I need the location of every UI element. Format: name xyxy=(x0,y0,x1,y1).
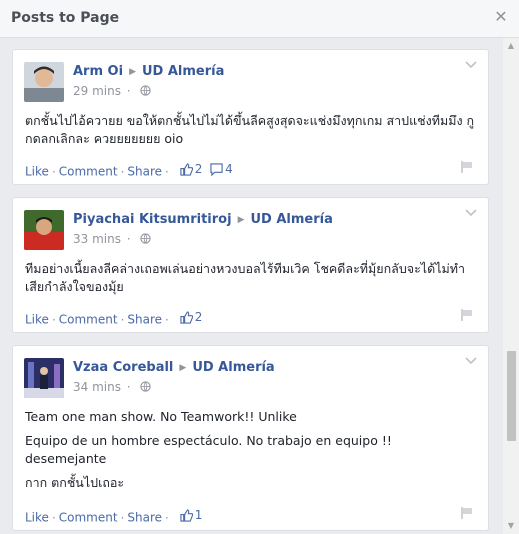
comment-bubble-icon xyxy=(210,162,223,176)
avatar[interactable] xyxy=(24,358,64,398)
like-count[interactable]: 2 xyxy=(180,310,203,324)
post-header: Vzaa Coreball ▶ UD Almería xyxy=(73,360,275,375)
post-meta: 29 mins · xyxy=(73,84,152,98)
post-message: ตกชั้นไปไอ้ควายย ขอให้ตกชั้นไปไม่ได้ขึ้น… xyxy=(25,112,476,154)
author-link[interactable]: Arm Oi xyxy=(73,64,123,79)
like-link[interactable]: Like xyxy=(25,511,49,525)
like-link[interactable]: Like xyxy=(25,313,49,327)
thumbs-up-icon xyxy=(180,162,193,176)
timestamp[interactable]: 34 mins xyxy=(73,380,121,394)
flag-icon[interactable] xyxy=(460,506,474,520)
message-line: ทีมอย่างเนี้ยลงลีคล่างเถอพเล่นอย่างหวงบอ… xyxy=(25,261,465,294)
timestamp[interactable]: 29 mins xyxy=(73,84,121,98)
post-actions: Like · Comment · Share · 2 4 xyxy=(25,162,233,179)
scroll-down-arrow-icon[interactable]: ▼ xyxy=(503,518,519,534)
chevron-down-icon[interactable] xyxy=(464,356,478,366)
like-count-value: 2 xyxy=(194,162,203,176)
author-link[interactable]: Vzaa Coreball xyxy=(73,360,173,375)
avatar[interactable] xyxy=(24,210,64,250)
message-line: ตกชั้นไปไอ้ควายย ขอให้ตกชั้นไปไม่ได้ขึ้น… xyxy=(25,113,475,146)
post-actions: Like · Comment · Share · 1 xyxy=(25,508,203,525)
message-line: กาก ตกชั้นไปเถอะ xyxy=(25,475,125,490)
share-link[interactable]: Share xyxy=(127,165,162,179)
share-link[interactable]: Share xyxy=(127,313,162,327)
post-header: Arm Oi ▶ UD Almería xyxy=(73,64,224,79)
comment-link[interactable]: Comment xyxy=(59,511,118,525)
dialog-title: Posts to Page xyxy=(11,10,120,26)
chevron-down-icon[interactable] xyxy=(464,208,478,218)
scrollbar[interactable]: ▲ ▼ xyxy=(503,38,519,534)
page-link[interactable]: UD Almería xyxy=(142,64,224,79)
post-meta: 33 mins · xyxy=(73,232,152,246)
post-card: Arm Oi ▶ UD Almería 29 mins · ตกชั้นไปไอ้ค… xyxy=(12,49,489,185)
arrow-right-icon: ▶ xyxy=(129,67,136,77)
thumbs-up-icon xyxy=(180,508,193,522)
globe-icon xyxy=(140,381,152,392)
flag-icon[interactable] xyxy=(460,160,474,174)
comment-count-value: 4 xyxy=(225,162,233,176)
scroll-up-arrow-icon[interactable]: ▲ xyxy=(503,38,519,54)
message-line: Team one man show. No Teamwork!! Unlike xyxy=(25,409,297,424)
post-message: ทีมอย่างเนี้ยลงลีคล่างเถอพเล่นอย่างหวงบอ… xyxy=(25,260,476,302)
chevron-down-icon[interactable] xyxy=(464,60,478,70)
globe-icon xyxy=(140,85,152,96)
flag-icon[interactable] xyxy=(460,308,474,322)
like-count[interactable]: 2 xyxy=(180,162,203,176)
dialog-header: Posts to Page ✕ xyxy=(0,0,519,38)
like-link[interactable]: Like xyxy=(25,165,49,179)
arrow-right-icon: ▶ xyxy=(237,215,245,225)
author-link[interactable]: Piyachai Kitsumritiroj xyxy=(73,212,232,227)
comment-link[interactable]: Comment xyxy=(59,313,118,327)
timestamp[interactable]: 33 mins xyxy=(73,232,121,246)
thumbs-up-icon xyxy=(180,310,193,324)
post-card: Piyachai Kitsumritiroj ▶ UD Almería 33 min… xyxy=(12,197,489,333)
comment-link[interactable]: Comment xyxy=(59,165,118,179)
globe-icon xyxy=(140,233,152,244)
like-count[interactable]: 1 xyxy=(180,508,203,522)
arrow-right-icon: ▶ xyxy=(179,363,187,373)
share-link[interactable]: Share xyxy=(127,511,162,525)
post-card: Vzaa Coreball ▶ UD Almería 34 mins · Team … xyxy=(12,345,489,531)
avatar[interactable] xyxy=(24,62,64,102)
like-count-value: 2 xyxy=(194,310,203,324)
page-link[interactable]: UD Almería xyxy=(251,212,333,227)
posts-list: Arm Oi ▶ UD Almería 29 mins · ตกชั้นไปไอ้ค… xyxy=(0,38,503,534)
comment-count[interactable]: 4 xyxy=(210,162,233,176)
scrollbar-thumb[interactable] xyxy=(507,351,516,441)
like-count-value: 1 xyxy=(194,508,203,522)
post-actions: Like · Comment · Share · 2 xyxy=(25,310,203,327)
page-link[interactable]: UD Almería xyxy=(192,360,274,375)
post-meta: 34 mins · xyxy=(73,380,152,394)
close-icon[interactable]: ✕ xyxy=(493,9,509,25)
post-message: Team one man show. No Teamwork!! Unlike … xyxy=(25,408,476,498)
message-line: Equipo de un hombre espectáculo. No trab… xyxy=(25,433,392,466)
post-header: Piyachai Kitsumritiroj ▶ UD Almería xyxy=(73,212,333,227)
